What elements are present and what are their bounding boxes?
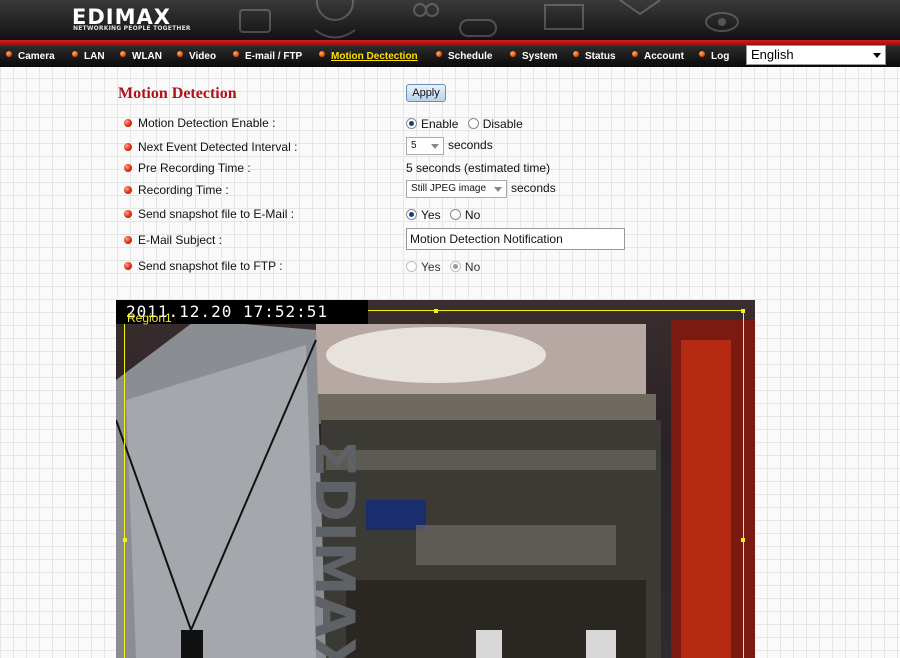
- recording-time-select[interactable]: Still JPEG image: [406, 180, 507, 198]
- nav-bullet-icon: [177, 51, 183, 57]
- resize-handle[interactable]: [741, 309, 745, 313]
- nav-bullet-icon: [510, 51, 516, 57]
- bullet-icon: [124, 210, 132, 218]
- snapshot-email-no-radio[interactable]: [449, 209, 461, 220]
- nav-item-lan[interactable]: LAN: [72, 50, 105, 64]
- nav-bullet-icon: [573, 51, 579, 57]
- email-subject-input[interactable]: Motion Detection Notification: [406, 228, 625, 250]
- chevron-down-icon: [494, 187, 502, 192]
- nav-item-status[interactable]: Status: [573, 50, 616, 64]
- brand-tagline: NETWORKING PEOPLE TOGETHER: [73, 25, 191, 32]
- apply-button[interactable]: Apply: [406, 84, 446, 102]
- bullet-icon: [124, 143, 132, 151]
- snapshot-email-yes-radio[interactable]: [406, 209, 417, 220]
- nav-bullet-icon: [319, 51, 325, 57]
- snapshot-ftp-options: Yes No: [406, 260, 486, 274]
- pre-recording-label: Pre Recording Time :: [124, 161, 251, 175]
- nav-bullet-icon: [6, 51, 12, 57]
- nav-bullet-icon: [436, 51, 442, 57]
- nav-item-log[interactable]: Log: [699, 50, 729, 64]
- snapshot-email-options: Yes No: [406, 208, 486, 222]
- resize-handle[interactable]: [434, 309, 438, 313]
- chevron-down-icon: [431, 144, 439, 149]
- pre-recording-value: 5 seconds (estimated time): [406, 161, 551, 175]
- nav-bullet-icon: [72, 51, 78, 57]
- header-decoration-icons: [239, 0, 739, 39]
- email-subject-label: E-Mail Subject :: [124, 233, 222, 247]
- nav-bullet-icon: [632, 51, 638, 57]
- region-label: Region1: [127, 311, 172, 325]
- snapshot-ftp-no-radio[interactable]: [449, 261, 461, 272]
- bullet-icon: [124, 164, 132, 172]
- interval-select[interactable]: 5: [406, 137, 444, 155]
- recording-time-label: Recording Time :: [124, 183, 229, 197]
- recording-time-control: Still JPEG image seconds: [406, 180, 556, 198]
- nav-item-motion-detection[interactable]: Motion Dectection: [319, 50, 418, 64]
- nav-item-wlan[interactable]: WLAN: [120, 50, 162, 64]
- nav-item-video[interactable]: Video: [177, 50, 216, 64]
- page-title: Motion Detection: [118, 85, 237, 102]
- camera-live-view[interactable]: ΣDIMAX 2011.12.20 17:52:51 Region1: [116, 300, 755, 658]
- enable-radio[interactable]: [406, 118, 417, 129]
- language-select[interactable]: English: [746, 45, 886, 65]
- nav-bullet-icon: [699, 51, 705, 57]
- snapshot-ftp-label: Send snapshot file to FTP :: [124, 259, 283, 273]
- snapshot-email-label: Send snapshot file to E-Mail :: [124, 207, 294, 221]
- interval-label: Next Event Detected Interval :: [124, 140, 297, 154]
- bullet-icon: [124, 262, 132, 270]
- disable-radio[interactable]: [467, 118, 479, 129]
- nav-bullet-icon: [120, 51, 126, 57]
- motion-enable-options: Enable Disable: [406, 117, 529, 131]
- nav-item-email-ftp[interactable]: E-mail / FTP: [233, 50, 302, 64]
- header-bar: EDIMAX NETWORKING PEOPLE TOGETHER: [0, 0, 900, 40]
- bullet-icon: [124, 186, 132, 194]
- nav-item-camera[interactable]: Camera: [6, 50, 55, 64]
- nav-item-system[interactable]: System: [510, 50, 558, 64]
- resize-handle[interactable]: [741, 538, 745, 542]
- motion-enable-label: Motion Detection Enable :: [124, 116, 275, 130]
- snapshot-ftp-yes-radio[interactable]: [406, 261, 417, 272]
- bullet-icon: [124, 236, 132, 244]
- motion-region-box[interactable]: [123, 309, 745, 658]
- bullet-icon: [124, 119, 132, 127]
- interval-control: 5 seconds: [406, 137, 493, 155]
- nav-item-account[interactable]: Account: [632, 50, 684, 64]
- resize-handle[interactable]: [123, 538, 127, 542]
- chevron-down-icon: [873, 53, 881, 58]
- nav-item-schedule[interactable]: Schedule: [436, 50, 492, 64]
- nav-bullet-icon: [233, 51, 239, 57]
